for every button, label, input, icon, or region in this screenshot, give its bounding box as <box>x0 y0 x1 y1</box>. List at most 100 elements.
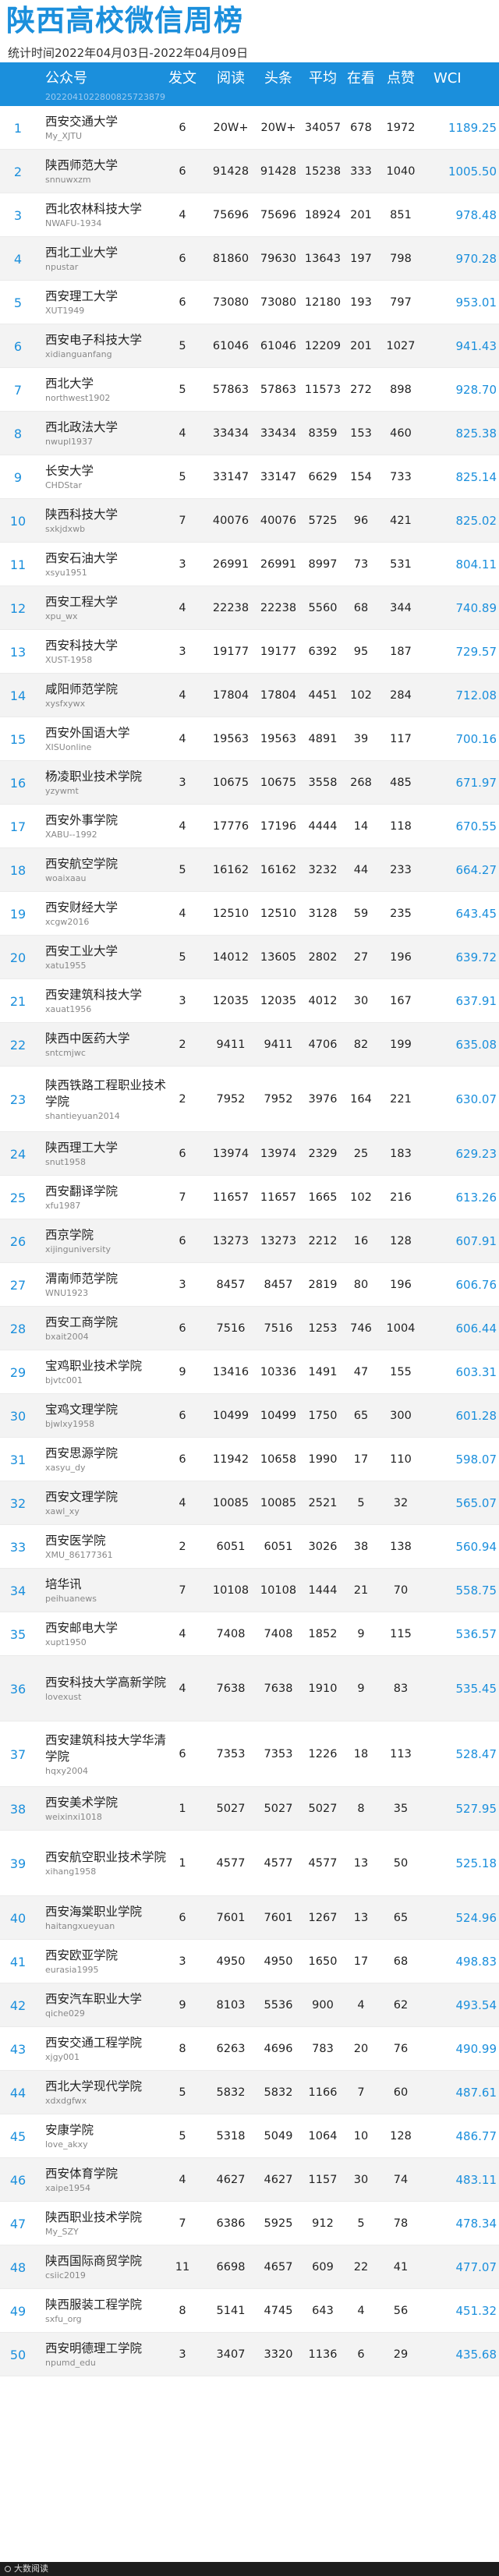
tt-cell: 33434 <box>260 427 297 440</box>
account-id: xcgw2016 <box>45 917 90 927</box>
rank-cell: 14 <box>9 688 27 703</box>
fa-cell: 6 <box>179 1410 186 1422</box>
fa-cell: 6 <box>179 1912 186 1924</box>
tt-cell: 40076 <box>260 515 297 527</box>
zk-cell: 30 <box>353 995 369 1007</box>
account-id: xysfxywx <box>45 699 86 709</box>
account-name: 西安医学院 <box>45 1534 106 1548</box>
rank-cell: 2 <box>13 164 23 179</box>
zk-cell: 22 <box>353 2261 369 2273</box>
table-row: 39 西安航空职业技术学院 xihang1958 1 4577 4577 4577 13 50 5… <box>0 1831 499 1896</box>
rank-cell: 45 <box>9 2128 27 2144</box>
table-row: 33 西安医学院 XMU_86177361 2 6051 6051 3026 38 138 560… <box>0 1525 499 1569</box>
dz-cell: 300 <box>390 1410 412 1422</box>
fa-cell: 3 <box>179 646 186 658</box>
zk-cell: 27 <box>353 951 369 964</box>
tt-cell: 7408 <box>264 1628 293 1640</box>
rank-cell: 5 <box>13 295 23 310</box>
yd-cell: 22238 <box>212 602 250 614</box>
rank-cell: 4 <box>13 251 23 267</box>
name-cell: 西安工业大学 xatu1955 <box>45 936 175 979</box>
yd-cell: 7638 <box>216 1683 246 1695</box>
account-name: 陕西理工大学 <box>45 1141 119 1155</box>
dz-cell: 187 <box>390 646 412 658</box>
account-id: xawl_xy <box>45 1506 80 1516</box>
account-name: 西安文理学院 <box>45 1490 119 1504</box>
zk-cell: 13 <box>353 1857 369 1870</box>
tt-cell: 12035 <box>260 995 297 1007</box>
wci-cell: 603.31 <box>455 1365 497 1379</box>
dz-cell: 76 <box>393 2043 409 2055</box>
account-id: yzywmt <box>45 786 79 796</box>
rank-cell: 30 <box>9 1408 27 1424</box>
name-cell: 西北大学 northwest1902 <box>45 368 175 412</box>
fa-cell: 6 <box>179 122 186 134</box>
zk-cell: 201 <box>350 209 372 221</box>
yd-cell: 6698 <box>216 2261 246 2273</box>
dz-cell: 117 <box>390 733 412 745</box>
yd-cell: 3407 <box>216 2348 246 2361</box>
account-name: 西安外事学院 <box>45 813 119 827</box>
account-name: 西安海棠职业学院 <box>45 1905 143 1919</box>
table-row: 45 安康学院 love_akxy 5 5318 5049 1064 10 128 486.77 <box>0 2114 499 2158</box>
tt-cell: 22238 <box>260 602 297 614</box>
rank-cell: 50 <box>9 2347 27 2362</box>
table-row: 17 西安外事学院 XABU--1992 4 17776 17196 4444 14 118 67… <box>0 805 499 848</box>
account-name: 西安外国语大学 <box>45 726 130 740</box>
tt-cell: 5536 <box>264 1999 293 2012</box>
rank-cell: 49 <box>9 2303 27 2319</box>
tt-cell: 7353 <box>264 1748 293 1760</box>
rank-cell: 21 <box>9 993 27 1009</box>
table-row: 31 西安思源学院 xasyu_dy 6 11942 10658 1990 17 110 598.… <box>0 1438 499 1481</box>
name-cell: 西安外国语大学 XISUonline <box>45 717 175 761</box>
wci-cell: 527.95 <box>455 1802 497 1816</box>
wci-cell: 740.89 <box>455 601 497 615</box>
table-row: 43 西安交通工程学院 xjgy001 8 6263 4696 783 20 76 490.99 <box>0 2027 499 2071</box>
zk-cell: 5 <box>357 2217 365 2230</box>
zk-cell: 13 <box>353 1912 369 1924</box>
account-name: 西安建筑科技大学 <box>45 988 143 1002</box>
account-name: 西安思源学院 <box>45 1446 119 1460</box>
rank-cell: 34 <box>9 1583 27 1598</box>
fa-cell: 8 <box>179 2043 186 2055</box>
wci-cell: 825.02 <box>455 514 497 528</box>
zk-cell: 80 <box>353 1279 369 1291</box>
tt-cell: 7952 <box>264 1093 293 1106</box>
dz-cell: 1972 <box>386 122 416 134</box>
dz-cell: 797 <box>390 296 412 309</box>
footer-brand: 大数阅读 <box>14 2564 48 2574</box>
account-id: woaixaau <box>45 873 87 883</box>
rank-cell: 38 <box>9 1801 27 1817</box>
zk-cell: 678 <box>350 122 372 134</box>
tt-cell: 17804 <box>260 689 297 702</box>
tt-cell: 61046 <box>260 340 297 352</box>
rank-cell: 3 <box>13 207 23 223</box>
name-cell: 西安交通工程学院 xjgy001 <box>45 2027 175 2071</box>
account-id: bjwlxy1958 <box>45 1419 95 1429</box>
yd-cell: 10085 <box>212 1497 250 1509</box>
rank-cell: 20 <box>9 950 27 965</box>
name-cell: 西京学院 xijinguniversity <box>45 1219 175 1263</box>
dz-cell: 344 <box>390 602 412 614</box>
tt-cell: 5832 <box>264 2086 293 2099</box>
zk-cell: 95 <box>353 646 369 658</box>
rank-cell: 43 <box>9 2041 27 2057</box>
account-name: 西安汽车职业大学 <box>45 1992 143 2006</box>
wci-cell: 525.18 <box>455 1856 497 1870</box>
dz-cell: 65 <box>393 1912 409 1924</box>
zk-cell: 73 <box>353 558 369 571</box>
name-cell: 西北农林科技大学 NWAFU-1934 <box>45 193 175 237</box>
rank-cell: 24 <box>9 1146 27 1162</box>
zk-cell: 102 <box>350 689 372 702</box>
pj-cell: 34057 <box>304 122 342 134</box>
name-cell: 西安汽车职业大学 qiche029 <box>45 1983 175 2027</box>
name-cell: 西安海棠职业学院 haitangxueyuan <box>45 1896 175 1940</box>
table-row: 32 西安文理学院 xawl_xy 4 10085 10085 2521 5 32 565.07 <box>0 1481 499 1525</box>
tt-cell: 16162 <box>260 864 297 876</box>
tt-cell: 5027 <box>264 1803 293 1815</box>
tt-cell: 4577 <box>264 1857 293 1870</box>
name-cell: 西安财经大学 xcgw2016 <box>45 892 175 936</box>
fa-cell: 5 <box>179 340 186 352</box>
pj-cell: 1852 <box>308 1628 338 1640</box>
dz-cell: 221 <box>390 1093 412 1106</box>
